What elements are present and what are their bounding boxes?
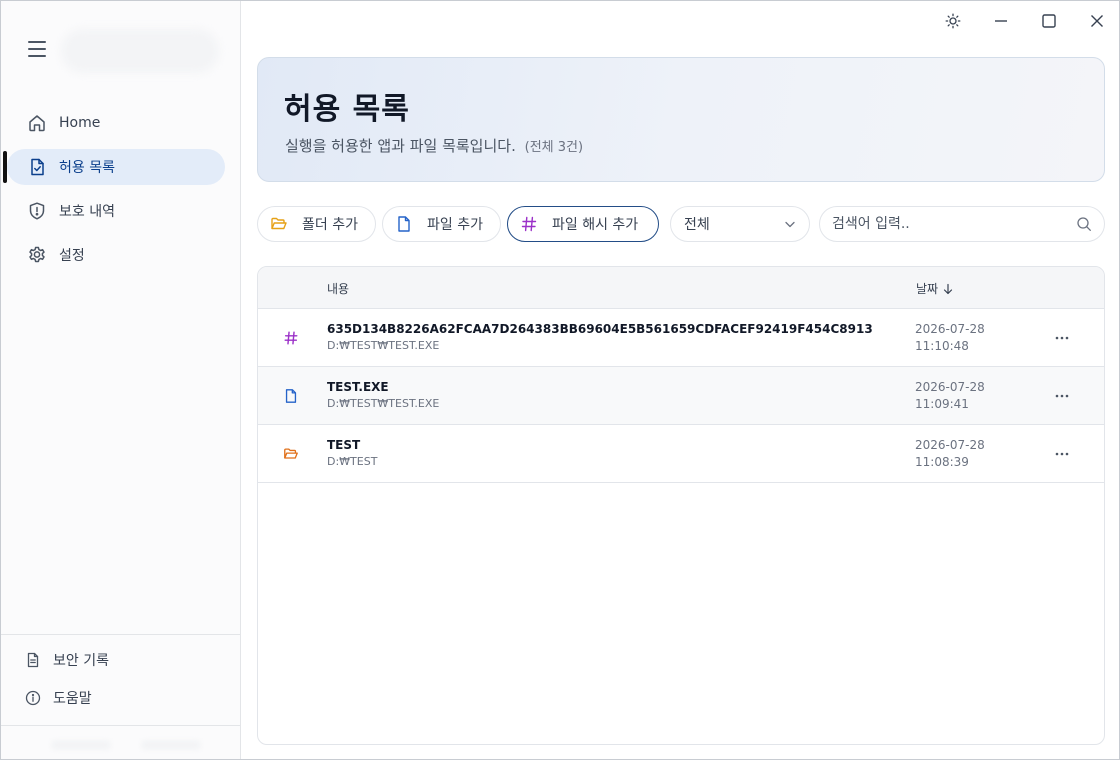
gear-icon: [27, 245, 47, 265]
shield-alert-icon: [27, 201, 47, 221]
page-subtitle: 실행을 허용한 앱과 파일 목록입니다. (전체 3건): [285, 135, 583, 156]
add-file-hash-label: 파일 해시 추가: [552, 217, 639, 233]
item-count: (전체 3건): [524, 140, 584, 155]
file-icon: [282, 387, 300, 405]
sidebar-item-label: 허용 목록: [59, 160, 115, 176]
arrow-down-icon: [943, 283, 953, 294]
row-name: 635D134B8226A62FCAA7D264383BB69604E5B561…: [327, 322, 873, 336]
row-date: 2026-07-28: [915, 438, 985, 452]
add-file-button[interactable]: 파일 추가: [382, 206, 501, 242]
app-window: Home 허용 목록 보호 내역 설정 보안 기록 도움말 허용 목록 실행을 …: [0, 0, 1120, 760]
row-date: 2026-07-28: [915, 380, 985, 394]
sidebar: Home 허용 목록 보호 내역 설정 보안 기록 도움말: [1, 1, 241, 759]
sidebar-item-label: 보호 내역: [59, 204, 115, 220]
table-row[interactable]: TEST.EXE D:₩TEST₩TEST.EXE 2026-07-28 11:…: [258, 367, 1104, 425]
hamburger-icon[interactable]: [27, 39, 47, 59]
sidebar-item-settings[interactable]: 설정: [7, 237, 225, 273]
app-logo: [61, 29, 219, 73]
folder-open-icon: [282, 445, 300, 463]
close-button[interactable]: [1083, 7, 1111, 35]
row-time: 11:08:39: [915, 455, 969, 469]
sun-icon: [945, 13, 961, 29]
table-row[interactable]: TEST D:₩TEST 2026-07-28 11:08:39: [258, 425, 1104, 483]
allowlist-table: 내용 날짜 635D134B8226A62FCAA7D264383BB69604…: [257, 266, 1105, 745]
hash-icon: [282, 329, 300, 347]
maximize-icon: [1042, 14, 1056, 28]
document-icon: [25, 652, 41, 668]
row-path: D:₩TEST₩TEST.EXE: [327, 397, 440, 410]
add-folder-button[interactable]: 폴더 추가: [257, 206, 376, 242]
chevron-down-icon: [785, 221, 795, 228]
table-row[interactable]: 635D134B8226A62FCAA7D264383BB69604E5B561…: [258, 309, 1104, 367]
filter-dropdown[interactable]: 전체: [670, 206, 810, 242]
search-input[interactable]: [832, 216, 1062, 232]
row-name: TEST: [327, 438, 361, 452]
blurred-footer-text: [141, 740, 201, 750]
info-icon: [25, 690, 41, 706]
maximize-button[interactable]: [1035, 7, 1063, 35]
hash-icon: [520, 215, 538, 233]
more-options-icon[interactable]: [1048, 387, 1076, 405]
sidebar-item-security-log[interactable]: 보안 기록: [1, 647, 240, 673]
row-path: D:₩TEST: [327, 455, 378, 468]
minimize-icon: [995, 20, 1007, 22]
page-description: 실행을 허용한 앱과 파일 목록입니다.: [285, 137, 516, 155]
search-icon[interactable]: [1076, 216, 1092, 232]
sidebar-bottom-nav: 보안 기록 도움말: [1, 634, 240, 723]
file-check-icon: [27, 157, 47, 177]
sidebar-item-label: Home: [59, 115, 101, 131]
blurred-footer-text: [51, 740, 111, 750]
sidebar-item-label: 도움말: [53, 691, 92, 707]
page-header: 허용 목록 실행을 허용한 앱과 파일 목록입니다. (전체 3건): [257, 57, 1105, 182]
more-options-icon[interactable]: [1048, 445, 1076, 463]
home-icon: [27, 113, 47, 133]
column-header-content[interactable]: 내용: [327, 280, 349, 297]
row-time: 11:09:41: [915, 397, 969, 411]
sidebar-item-allowlist[interactable]: 허용 목록: [3, 149, 225, 185]
page-title: 허용 목록: [284, 92, 410, 127]
add-file-hash-button[interactable]: 파일 해시 추가: [507, 206, 659, 242]
more-options-icon[interactable]: [1048, 329, 1076, 347]
minimize-button[interactable]: [987, 7, 1015, 35]
sidebar-footer: [1, 725, 240, 759]
add-file-label: 파일 추가: [427, 217, 483, 233]
column-header-date[interactable]: 날짜: [916, 280, 953, 297]
table-header: 내용 날짜: [258, 267, 1104, 309]
folder-open-icon: [270, 215, 288, 233]
close-icon: [1091, 15, 1103, 27]
file-icon: [395, 215, 413, 233]
sidebar-item-label: 설정: [59, 248, 85, 264]
row-path: D:₩TEST₩TEST.EXE: [327, 339, 440, 352]
sidebar-nav: Home 허용 목록 보호 내역 설정: [1, 105, 241, 281]
sidebar-item-help[interactable]: 도움말: [1, 685, 240, 711]
row-date: 2026-07-28: [915, 322, 985, 336]
row-time: 11:10:48: [915, 339, 969, 353]
row-name: TEST.EXE: [327, 380, 389, 394]
filter-selected-value: 전체: [684, 217, 710, 233]
theme-toggle-button[interactable]: [939, 7, 967, 35]
column-header-date-label: 날짜: [916, 282, 939, 296]
add-folder-label: 폴더 추가: [302, 217, 358, 233]
sidebar-item-label: 보안 기록: [53, 653, 109, 669]
search-box[interactable]: [819, 206, 1105, 242]
sidebar-item-protection-history[interactable]: 보호 내역: [7, 193, 225, 229]
sidebar-item-home[interactable]: Home: [7, 105, 225, 141]
